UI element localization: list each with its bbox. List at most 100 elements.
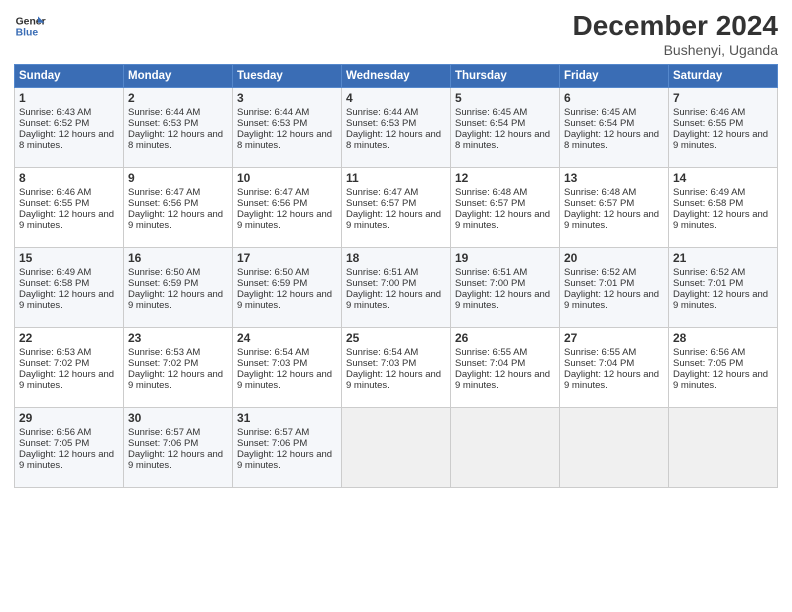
sunrise-label: Sunrise: 6:56 AM [673,347,745,358]
sunrise-label: Sunrise: 6:55 AM [564,347,636,358]
empty-cell [342,408,451,488]
sunset-label: Sunset: 6:57 PM [455,198,525,209]
sunset-label: Sunset: 6:53 PM [237,118,307,129]
day-cell-5: 5Sunrise: 6:45 AMSunset: 6:54 PMDaylight… [451,88,560,168]
sunset-label: Sunset: 7:03 PM [346,358,416,369]
day-cell-11: 11Sunrise: 6:47 AMSunset: 6:57 PMDayligh… [342,168,451,248]
location: Bushenyi, Uganda [573,42,778,58]
logo-icon: General Blue [14,10,46,42]
sunset-label: Sunset: 6:56 PM [237,198,307,209]
empty-cell [451,408,560,488]
day-cell-10: 10Sunrise: 6:47 AMSunset: 6:56 PMDayligh… [233,168,342,248]
sunrise-label: Sunrise: 6:52 AM [673,267,745,278]
daylight-label: Daylight: 12 hours and 9 minutes. [19,209,114,231]
day-cell-1: 1Sunrise: 6:43 AMSunset: 6:52 PMDaylight… [15,88,124,168]
daylight-label: Daylight: 12 hours and 9 minutes. [128,369,223,391]
col-friday: Friday [560,65,669,88]
empty-cell [560,408,669,488]
day-cell-8: 8Sunrise: 6:46 AMSunset: 6:55 PMDaylight… [15,168,124,248]
day-number: 4 [346,91,446,105]
sunset-label: Sunset: 6:55 PM [673,118,743,129]
sunset-label: Sunset: 6:54 PM [564,118,634,129]
day-number: 13 [564,171,664,185]
day-number: 29 [19,411,119,425]
sunset-label: Sunset: 7:03 PM [237,358,307,369]
day-cell-19: 19Sunrise: 6:51 AMSunset: 7:00 PMDayligh… [451,248,560,328]
col-saturday: Saturday [669,65,778,88]
day-cell-24: 24Sunrise: 6:54 AMSunset: 7:03 PMDayligh… [233,328,342,408]
day-number: 14 [673,171,773,185]
day-number: 2 [128,91,228,105]
sunset-label: Sunset: 6:55 PM [19,198,89,209]
daylight-label: Daylight: 12 hours and 9 minutes. [128,449,223,471]
sunset-label: Sunset: 6:53 PM [346,118,416,129]
day-cell-21: 21Sunrise: 6:52 AMSunset: 7:01 PMDayligh… [669,248,778,328]
sunset-label: Sunset: 6:58 PM [19,278,89,289]
day-number: 21 [673,251,773,265]
sunrise-label: Sunrise: 6:57 AM [128,427,200,438]
day-number: 24 [237,331,337,345]
sunrise-label: Sunrise: 6:44 AM [346,107,418,118]
day-number: 7 [673,91,773,105]
sunrise-label: Sunrise: 6:50 AM [128,267,200,278]
daylight-label: Daylight: 12 hours and 9 minutes. [237,289,332,311]
day-cell-31: 31Sunrise: 6:57 AMSunset: 7:06 PMDayligh… [233,408,342,488]
day-number: 9 [128,171,228,185]
calendar-week-3: 15 Sunrise: 6:49 AMSunset: 6:58 PM Dayligh… [15,248,778,328]
sunrise-label: Sunrise: 6:56 AM [19,427,91,438]
sunrise-label: Sunrise: 6:46 AM [19,187,91,198]
daylight-label: Daylight: 12 hours and 9 minutes. [237,449,332,471]
day-number: 10 [237,171,337,185]
daylight-label: Daylight: 12 hours and 9 minutes. [346,209,441,231]
sunrise-label: Sunrise: 6:55 AM [455,347,527,358]
sunset-label: Sunset: 7:06 PM [237,438,307,449]
sunrise-label: Sunrise: 6:43 AM [19,107,91,118]
sunrise-label: Sunrise: 6:44 AM [237,107,309,118]
sunrise-label: Sunrise: 6:53 AM [128,347,200,358]
daylight-label: Daylight: 12 hours and 9 minutes. [673,209,768,231]
day-number: 5 [455,91,555,105]
day-cell-15: 15Sunrise: 6:49 AMSunset: 6:58 PMDayligh… [15,248,124,328]
daylight-label: Daylight: 12 hours and 8 minutes. [346,129,441,151]
sunset-label: Sunset: 7:00 PM [346,278,416,289]
header: General Blue December 2024 Bushenyi, Uga… [14,10,778,58]
day-cell-4: 4 Sunrise: 6:44 AMSunset: 6:53 PMDaylight… [342,88,451,168]
daylight-label: Daylight: 12 hours and 9 minutes. [346,289,441,311]
sunrise-label: Sunrise: 6:49 AM [19,267,91,278]
day-number: 11 [346,171,446,185]
daylight-label: Daylight: 12 hours and 9 minutes. [564,369,659,391]
day-number: 16 [128,251,228,265]
day-number: 25 [346,331,446,345]
sunrise-label: Sunrise: 6:47 AM [346,187,418,198]
sunset-label: Sunset: 7:01 PM [564,278,634,289]
col-monday: Monday [124,65,233,88]
day-cell-16: 16Sunrise: 6:50 AMSunset: 6:59 PMDayligh… [124,248,233,328]
sunset-label: Sunset: 7:02 PM [19,358,89,369]
day-cell-13: 13Sunrise: 6:48 AMSunset: 6:57 PMDayligh… [560,168,669,248]
day-cell-28: 28Sunrise: 6:56 AMSunset: 7:05 PMDayligh… [669,328,778,408]
sunrise-label: Sunrise: 6:44 AM [128,107,200,118]
daylight-label: Daylight: 12 hours and 9 minutes. [19,369,114,391]
day-cell-3: 3Sunrise: 6:44 AMSunset: 6:53 PMDaylight… [233,88,342,168]
sunrise-label: Sunrise: 6:54 AM [346,347,418,358]
day-number: 30 [128,411,228,425]
sunrise-label: Sunrise: 6:50 AM [237,267,309,278]
daylight-label: Daylight: 12 hours and 9 minutes. [673,129,768,151]
sunset-label: Sunset: 7:04 PM [564,358,634,369]
sunrise-label: Sunrise: 6:48 AM [455,187,527,198]
daylight-label: Daylight: 12 hours and 9 minutes. [237,209,332,231]
sunset-label: Sunset: 6:59 PM [237,278,307,289]
sunrise-label: Sunrise: 6:57 AM [237,427,309,438]
sunset-label: Sunset: 6:54 PM [455,118,525,129]
day-number: 15 [19,251,119,265]
day-number: 19 [455,251,555,265]
day-cell-30: 30Sunrise: 6:57 AMSunset: 7:06 PMDayligh… [124,408,233,488]
daylight-label: Daylight: 12 hours and 9 minutes. [346,369,441,391]
day-cell-27: 27Sunrise: 6:55 AMSunset: 7:04 PMDayligh… [560,328,669,408]
day-number: 3 [237,91,337,105]
sunrise-label: Sunrise: 6:49 AM [673,187,745,198]
day-cell-9: 9Sunrise: 6:47 AMSunset: 6:56 PMDaylight… [124,168,233,248]
sunrise-label: Sunrise: 6:53 AM [19,347,91,358]
sunrise-label: Sunrise: 6:48 AM [564,187,636,198]
daylight-label: Daylight: 12 hours and 8 minutes. [19,129,114,151]
